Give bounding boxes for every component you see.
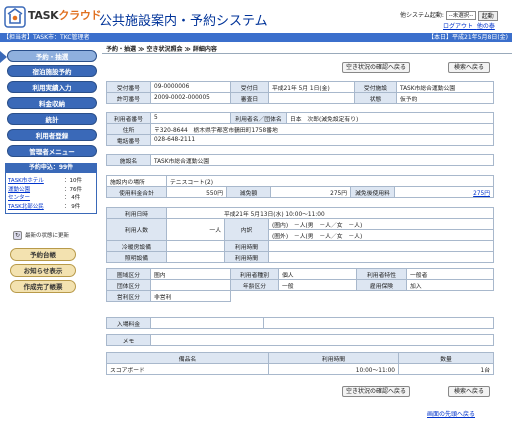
count-title: 予約申込：99件 xyxy=(5,163,97,172)
header-links: ログアウト 他の泰 xyxy=(443,21,495,30)
header: TASKクラウド 公共施設案内・予約システム 他システム起動: --未選択-- … xyxy=(0,0,512,33)
top-link[interactable]: 他の泰 xyxy=(477,23,495,30)
user-info: 【担当者】TASK市：TKC管理者 xyxy=(3,34,90,41)
search-button[interactable]: 検索へ戻る xyxy=(448,62,490,73)
table-user: 利用者番号 5 利用者名／団体名 日本 次郎(減免設定有り) 住所 〒320-8644 … xyxy=(106,112,494,146)
count-item: TASK市ホテル ：10件 xyxy=(8,178,82,184)
system-start-label: 他システム起動: xyxy=(400,12,444,19)
breadcrumb: 予約・抽選 ≫ 空き状況照会 ≫ 詳細内容 xyxy=(106,46,217,53)
vacancy-button-bottom[interactable]: 空き状況の確認へ戻る xyxy=(342,386,410,397)
count-item: TASK北部公民： 9件 xyxy=(8,203,81,210)
menu-usage-input[interactable]: 利用実績入力 xyxy=(7,81,97,93)
refresh-icon: ↻ xyxy=(13,231,22,240)
sidebar: 予約・抽選 宿泊施設予約 利用実績入力 料金収納 統計 利用者登録 管理者メニュ… xyxy=(0,42,100,426)
search-button-bottom[interactable]: 検索へ戻る xyxy=(448,386,490,397)
system-select[interactable]: --未選択-- xyxy=(445,11,476,20)
refresh-button[interactable]: ↻ 最新の状態に更新 xyxy=(13,231,69,240)
reservation-book-button[interactable]: 予約台帳 xyxy=(10,248,76,261)
table-admission: 入場料金 xyxy=(106,317,494,329)
divider xyxy=(102,53,512,54)
main: 予約・抽選 ≫ 空き状況照会 ≫ 詳細内容 空き状況の確認へ戻る 検索へ戻る 受… xyxy=(102,42,512,426)
table-equipment: 備品名 利用時間 数量 スコアボード 10:00～11:00 1台 xyxy=(106,352,494,375)
table-usage: 利用日時 平成21年 5月13日(水) 10:00～11:00 利用人数 一人 内訳(… xyxy=(106,207,494,263)
menu-stats[interactable]: 統計 xyxy=(7,113,97,125)
count-item: センター： 4件 xyxy=(8,195,81,201)
forms-button[interactable]: 作成完了帳票 xyxy=(10,280,76,293)
today-date: 【本日】平成21年5月8日(金) xyxy=(428,34,508,41)
table-memo: メモ xyxy=(106,334,494,346)
logout-link[interactable]: ログアウト xyxy=(443,23,473,30)
menu-fee[interactable]: 料金収納 xyxy=(7,97,97,109)
menu-user-register[interactable]: 利用者登録 xyxy=(7,129,97,141)
vacancy-button[interactable]: 空き状況の確認へ戻る xyxy=(342,62,410,73)
logo-icon xyxy=(4,6,26,28)
menu-reservation[interactable]: 予約・抽選 xyxy=(7,50,97,62)
status-bar: 【担当者】TASK市：TKC管理者 【本日】平成21年5月8日(金) xyxy=(0,33,512,42)
discount-fee-link[interactable]: 275円 xyxy=(394,186,494,198)
table-classification: 圏域区分 圏内 利用者種別 個人 利用者特性 一般者 団体区分 年齢区分 一般 雇用保険 加入 営… xyxy=(106,268,494,302)
table-facility: 施設名 TASK市総合運動公園 xyxy=(106,154,494,166)
system-launch: 他システム起動: --未選択-- 起動 xyxy=(400,10,498,21)
active-arrow-icon xyxy=(0,51,7,63)
count-item: 運動公園 ：76件 xyxy=(8,186,82,193)
notice-button[interactable]: お知らせ表示 xyxy=(10,264,76,277)
menu-lodging[interactable]: 宿泊施設予約 xyxy=(7,65,97,77)
start-button[interactable]: 起動 xyxy=(477,10,498,21)
menu-admin[interactable]: 管理者メニュー xyxy=(7,145,97,157)
page-top-link[interactable]: 画面の先頭へ戻る xyxy=(427,409,475,418)
table-place-fee: 施設内の場所 テニスコート(2) 使用料金合計 550円 減免額 275円 減免後使用料 2… xyxy=(106,175,494,198)
system-title: 公共施設案内・予約システム xyxy=(99,14,268,29)
count-list: TASK市ホテル ：10件 運動公園 ：76件 センター： 4件 TASK北部公民：… xyxy=(5,172,97,214)
table-reception: 受付番号 09-0000006 受付日 平成21年 5月 1日(金) 受付施設 TASK市… xyxy=(106,81,494,104)
logo-text: TASKクラウド xyxy=(28,9,102,22)
